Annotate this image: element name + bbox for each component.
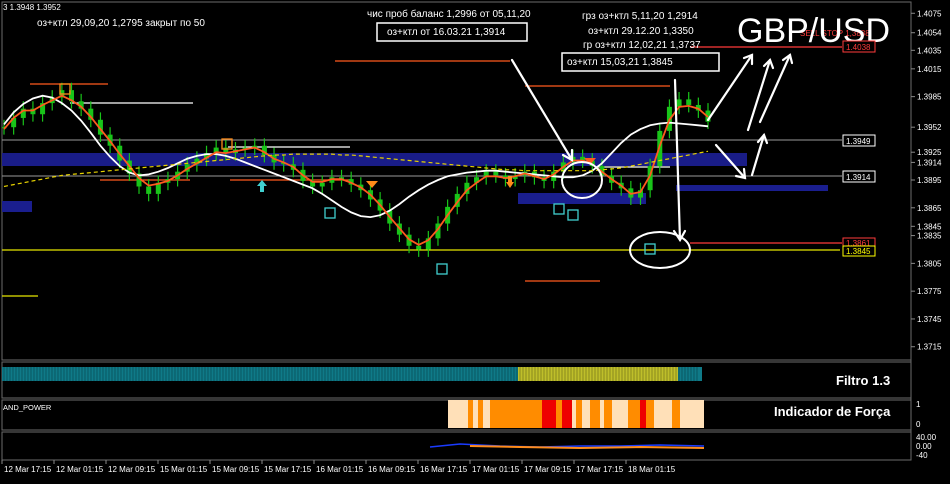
power-indicator-name: AND_POWER [3,403,52,412]
price-tick-label: 1.3985 [917,93,942,102]
time-tick-label: 15 Mar 17:15 [264,465,312,474]
time-tick-label: 12 Mar 01:15 [56,465,104,474]
price-candle-body [416,245,422,250]
power-segment [490,400,510,428]
annotation-4: грз оз+ктл 5,11,20 1,2914 [582,11,698,22]
time-tick-label: 12 Mar 17:15 [4,465,52,474]
filter-panel-title: Filtro 1.3 [836,373,890,388]
annotation-3: оз+ктл от 16.03.21 1,3914 [387,27,506,38]
time-tick-label: 15 Mar 09:15 [212,465,260,474]
time-tick-label: 15 Mar 01:15 [160,465,208,474]
power-axis-bottom: 0 [916,420,921,429]
price-tick-label: 1.3845 [917,222,942,231]
time-tick-label: 17 Mar 17:15 [576,465,624,474]
price-tick-label: 1.3914 [917,158,942,167]
power-heatmap [448,400,704,428]
power-segment [562,400,572,428]
price-candle-body [676,99,682,107]
power-segment [542,400,556,428]
chart[interactable]: 3 1.3948 1.3952 оз+ктл 29,09,20 1,2795 з… [0,0,950,484]
time-tick-label: 17 Mar 09:15 [524,465,572,474]
price-tick-label: 1.3925 [917,148,942,157]
price-tick-label: 1.3952 [917,123,942,132]
power-segment [478,400,483,428]
price-tick-label: 1.3745 [917,315,942,324]
annotation-6: гр оз+ктл 12,02,21 1,3737 [583,40,701,51]
time-tick-label: 16 Mar 17:15 [420,465,468,474]
price-tick-label: 1.4015 [917,65,942,74]
power-segment [590,400,600,428]
price-tick-label: 1.4054 [917,29,942,38]
power-segment [646,400,654,428]
time-tick-label: 16 Mar 01:15 [316,465,364,474]
annotation-7: оз+ктл 15,03,21 1,3845 [567,57,673,68]
zone-right [676,185,828,191]
price-tick-label: 1.3865 [917,204,942,213]
price-badge-text: 1.3949 [846,137,871,146]
price-tick-label: 1.3835 [917,232,942,241]
price-tick-label: 1.3775 [917,287,942,296]
time-tick-label: 16 Mar 09:15 [368,465,416,474]
power-segment [672,400,680,428]
price-tick-label: 1.3715 [917,343,942,352]
annotation-2: чис проб баланс 1,2996 от 05,11,20 [367,8,531,20]
power-segment [604,400,612,428]
time-tick-label: 17 Mar 01:15 [472,465,520,474]
power-segment [556,400,562,428]
price-badge-text: 1.3845 [846,247,871,256]
zone-left [2,201,32,212]
power-axis-top: 1 [916,400,921,409]
power-panel-title: Indicador de Força [774,404,891,419]
price-candle-body [686,99,692,105]
price-candle-body [319,182,325,187]
price-candle-body [146,186,152,194]
price-candle-body [493,171,499,176]
power-segment [628,400,640,428]
price-badge-text: 1.4038 [846,43,871,52]
time-tick-label: 12 Mar 09:15 [108,465,156,474]
osc-axis-mid: 0.00 [916,442,932,451]
power-segment [468,400,473,428]
osc-axis-bottom: -40 [916,451,928,460]
price-tick-label: 1.4075 [917,9,942,18]
price-tick-label: 1.4035 [917,46,942,55]
price-tick-label: 1.3895 [917,176,942,185]
window-title: 3 1.3948 1.3952 [3,3,61,12]
power-segment [640,400,646,428]
osc-axis-top: 40.00 [916,433,937,442]
power-segment [576,400,582,428]
price-badge-text: 1.3914 [846,173,871,182]
power-segment [510,400,542,428]
annotation-1: оз+ктл 29,09,20 1,2795 закрыт по 50 [37,18,205,29]
annotation-5: оз+ктл 29.12.20 1,3350 [588,26,694,37]
time-tick-label: 18 Mar 01:15 [628,465,676,474]
price-tick-label: 1.3805 [917,259,942,268]
